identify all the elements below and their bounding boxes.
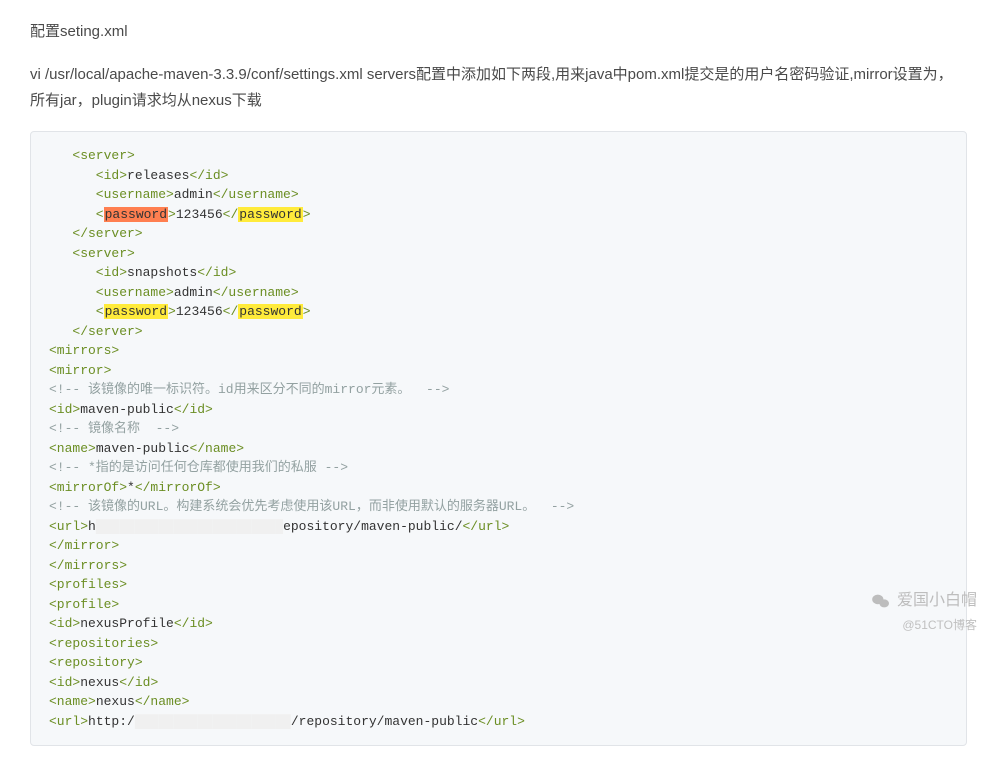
code-text: /repository/maven-public — [291, 714, 478, 729]
code-tag: <id> — [49, 675, 80, 690]
code-tag: < — [96, 304, 104, 319]
code-tag: <id> — [96, 168, 127, 183]
code-text: maven-public — [96, 441, 190, 456]
redacted-text: ████████████████████████ — [96, 519, 283, 534]
highlight-password: password — [104, 304, 168, 319]
code-tag: > — [168, 207, 176, 222]
code-tag: </id> — [174, 616, 213, 631]
code-line: <profile> — [49, 597, 119, 612]
code-tag: > — [303, 207, 311, 222]
code-tag: <mirrorOf> — [49, 480, 127, 495]
code-tag: <name> — [49, 694, 96, 709]
code-line: </server> — [72, 324, 142, 339]
code-tag: </name> — [135, 694, 190, 709]
code-line: </mirrors> — [49, 558, 127, 573]
code-line: <repositories> — [49, 636, 158, 651]
code-tag: <name> — [49, 441, 96, 456]
code-comment: <!-- 镜像名称 --> — [49, 421, 179, 436]
description-paragraph: vi /usr/local/apache-maven-3.3.9/conf/se… — [30, 62, 967, 113]
code-tag: </mirrorOf> — [135, 480, 221, 495]
code-line: <server> — [72, 246, 134, 261]
code-text: releases — [127, 168, 189, 183]
code-tag: </username> — [213, 187, 299, 202]
code-text: * — [127, 480, 135, 495]
code-text: nexus — [80, 675, 119, 690]
code-line: </mirror> — [49, 538, 119, 553]
code-text: admin — [174, 285, 213, 300]
code-line: <server> — [72, 148, 134, 163]
code-line: <profiles> — [49, 577, 127, 592]
code-comment: <!-- *指的是访问任何仓库都使用我们的私服 --> — [49, 460, 348, 475]
code-tag: <username> — [96, 187, 174, 202]
code-tag: < — [96, 207, 104, 222]
code-line: <repository> — [49, 655, 143, 670]
code-tag: </name> — [189, 441, 244, 456]
code-text: maven-public — [80, 402, 174, 417]
code-text: nexus — [96, 694, 135, 709]
code-tag: > — [168, 304, 176, 319]
wechat-icon — [871, 593, 891, 609]
code-text: http:/ — [88, 714, 135, 729]
code-line: <mirror> — [49, 363, 111, 378]
code-tag: </id> — [189, 168, 228, 183]
highlight-password: password — [104, 207, 168, 222]
watermark: 爱国小白帽 @51CTO博客 — [871, 588, 977, 635]
code-tag: </ — [223, 304, 239, 319]
code-tag: <url> — [49, 714, 88, 729]
code-tag: </id> — [197, 265, 236, 280]
code-tag: <id> — [49, 616, 80, 631]
code-text: h — [88, 519, 96, 534]
code-tag: <url> — [49, 519, 88, 534]
code-comment: <!-- 该镜像的URL。构建系统会优先考虑使用该URL，而非使用默认的服务器U… — [49, 499, 574, 514]
code-tag: <id> — [96, 265, 127, 280]
code-block: <server> <id>releases</id> <username>adm… — [30, 131, 967, 746]
redacted-text: ████████████████████ — [135, 714, 291, 729]
code-tag: </url> — [463, 519, 510, 534]
code-line: <mirrors> — [49, 343, 119, 358]
code-tag: </id> — [119, 675, 158, 690]
code-tag: </ — [223, 207, 239, 222]
highlight-password: password — [238, 207, 302, 222]
code-comment: <!-- 该镜像的唯一标识符。id用来区分不同的mirror元素。 --> — [49, 382, 449, 397]
code-text: 123456 — [176, 304, 223, 319]
code-tag: </url> — [478, 714, 525, 729]
code-text: epository/maven-public/ — [283, 519, 462, 534]
code-text: snapshots — [127, 265, 197, 280]
watermark-sub: @51CTO博客 — [902, 616, 977, 635]
code-line: </server> — [72, 226, 142, 241]
highlight-password: password — [238, 304, 302, 319]
code-tag: </id> — [174, 402, 213, 417]
code-text: nexusProfile — [80, 616, 174, 631]
watermark-text: 爱国小白帽 — [897, 588, 977, 614]
code-tag: <id> — [49, 402, 80, 417]
code-tag: </username> — [213, 285, 299, 300]
code-tag: <username> — [96, 285, 174, 300]
code-tag: > — [303, 304, 311, 319]
code-text: admin — [174, 187, 213, 202]
heading: 配置seting.xml — [30, 20, 967, 44]
code-text: 123456 — [176, 207, 223, 222]
